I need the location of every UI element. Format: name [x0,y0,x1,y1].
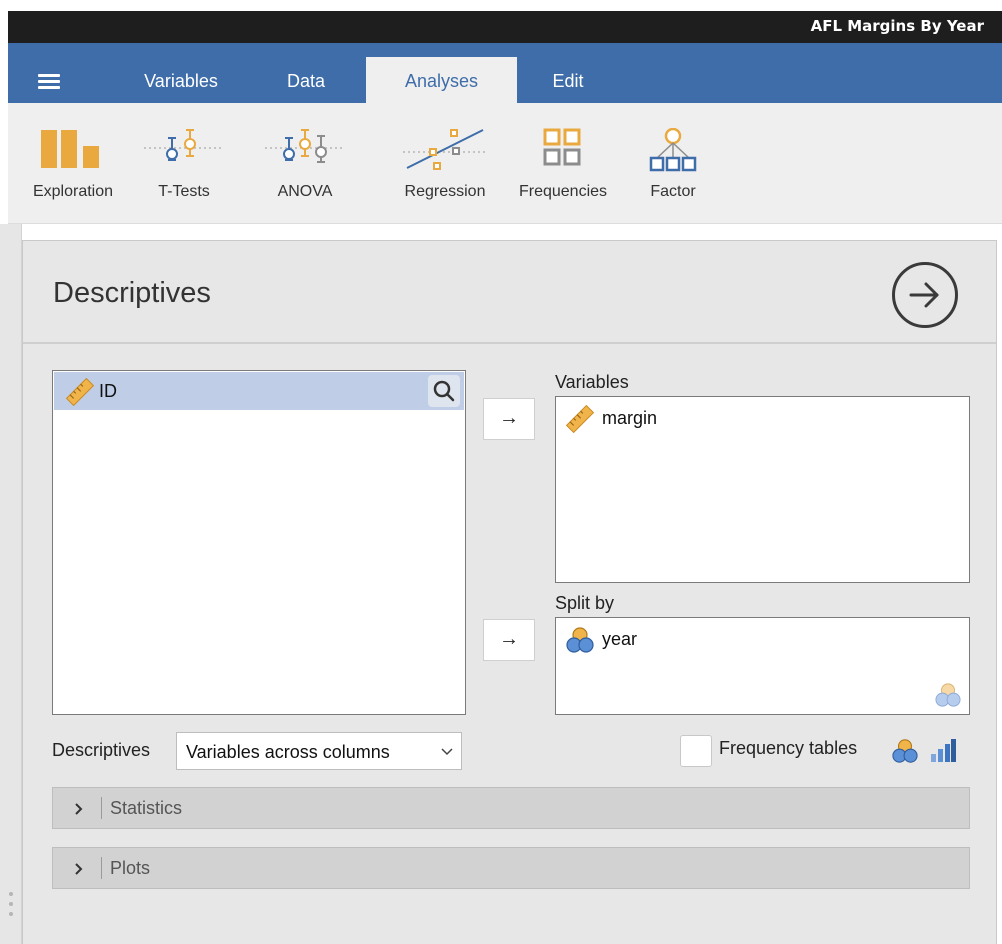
analysis-title: Descriptives [53,277,211,309]
split-by-target-box[interactable]: year [555,617,970,715]
anova-button[interactable]: ANOVA [262,123,348,213]
tab-variables[interactable]: Variables [126,57,236,103]
regression-label: Regression [404,183,486,200]
window-title: AFL Margins By Year [810,17,984,35]
ttests-button[interactable]: T-Tests [142,123,226,213]
ordinal-bars-icon [931,739,956,762]
frequency-tables-label: Frequency tables [719,738,858,758]
descriptives-option-label: Descriptives [52,740,151,760]
frequency-tables-checkbox[interactable] [680,735,712,767]
variable-name: ID [99,381,117,401]
section-separator [101,797,102,819]
available-variables-list[interactable]: ID [52,370,466,715]
nominal-circles-icon [566,627,594,653]
section-separator [101,857,102,879]
frequencies-grid-icon [543,128,581,166]
arrow-right-icon: → [499,628,519,650]
arrow-right-icon: → [499,407,519,429]
anova-icon [265,129,345,163]
variables-item-margin[interactable]: margin [565,404,657,434]
tab-data[interactable]: Data [262,57,350,103]
tab-analyses[interactable]: Analyses [366,57,517,103]
statistics-section-header[interactable]: Statistics [52,787,970,829]
search-icon [433,380,455,402]
tab-edit[interactable]: Edit [528,57,608,103]
header-divider [23,342,996,344]
ttests-icon [144,129,224,161]
variable-item-id[interactable]: ID [54,372,464,410]
ruler-icon [565,404,595,434]
chevron-right-icon [75,863,83,875]
factor-tree-icon [649,128,697,172]
ruler-icon [66,378,94,406]
exploration-bars-icon [41,130,99,168]
nominal-circles-icon [892,739,918,763]
split-by-item-year[interactable]: year [566,626,637,654]
search-button[interactable] [428,375,460,407]
main-tab-bar: Variables Data Analyses Edit [8,43,1002,103]
analyses-ribbon: Exploration T-Tests ANOVA Regression Fre… [8,103,1002,224]
arrow-right-circle-icon [909,282,939,308]
ttests-label: T-Tests [158,183,210,200]
hamburger-menu-icon[interactable] [38,74,60,90]
frequencies-button[interactable]: Frequencies [508,123,618,213]
factor-label: Factor [650,183,696,200]
factor-button[interactable]: Factor [638,123,708,213]
data-panel-edge [0,224,22,944]
chevron-right-icon [75,803,83,815]
variable-name: margin [602,408,658,428]
analysis-options-panel: Descriptives ID → Variables margin → Spl… [22,240,997,944]
run-analysis-button[interactable] [892,262,958,328]
variable-name: year [602,629,638,649]
anova-label: ANOVA [277,183,333,200]
move-to-split-by-button[interactable]: → [483,619,535,661]
move-to-variables-button[interactable]: → [483,398,535,440]
variables-target-box[interactable]: margin [555,396,970,583]
nominal-type-hint-icon [935,683,961,707]
title-bar: AFL Margins By Year [8,11,1002,43]
exploration-label: Exploration [32,183,114,200]
resize-grip-icon[interactable] [9,892,13,920]
exploration-button[interactable]: Exploration [20,123,126,213]
descriptives-layout-select[interactable]: Variables across columns [176,732,462,770]
variables-box-label: Variables [555,372,629,392]
plots-section-header[interactable]: Plots [52,847,970,889]
select-value: Variables across columns [186,742,390,762]
chevron-down-icon [441,748,453,756]
split-by-box-label: Split by [555,593,615,613]
regression-button[interactable]: Regression [390,123,500,213]
frequencies-label: Frequencies [518,183,608,200]
section-label: Statistics [110,798,183,818]
regression-icon [403,129,487,170]
section-label: Plots [110,858,151,878]
